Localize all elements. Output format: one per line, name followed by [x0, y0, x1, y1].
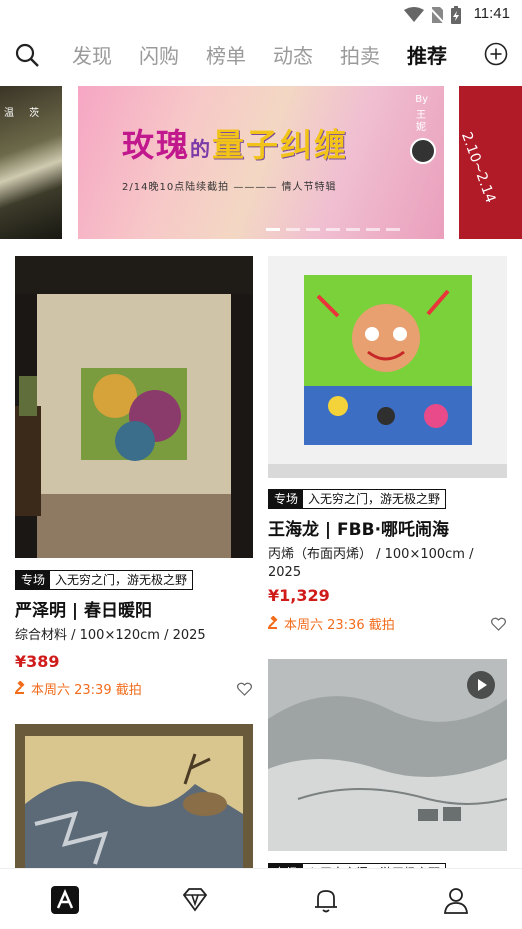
- tag-value: 入无穷之门，游无极之野: [303, 490, 446, 508]
- video-play-icon[interactable]: [467, 671, 495, 699]
- bell-icon[interactable]: [311, 885, 341, 915]
- tab-auction[interactable]: 拍卖: [340, 40, 407, 69]
- artwork-title: 严泽明 | 春日暖阳: [15, 601, 153, 621]
- banner-by: By: [415, 94, 428, 105]
- auction-hammer-icon: [268, 616, 278, 629]
- artwork-price: ¥389: [15, 652, 60, 671]
- artwork-price: ¥1,329: [268, 586, 330, 605]
- bottom-nav: [0, 868, 522, 929]
- banner-author: 王妮: [416, 110, 426, 133]
- banner-prev-text: 温 茨: [4, 108, 46, 119]
- top-nav: 发现 闪购 榜单 动态 拍卖 推荐: [0, 30, 522, 78]
- heart-icon[interactable]: [237, 682, 252, 696]
- banner-slide-current[interactable]: 玫瑰的量子纠缠 2/14晚10点陆续截拍 ———— 情人节特辑 By 王妮: [78, 86, 444, 239]
- banner-title-part-a: 玫瑰: [122, 126, 191, 164]
- artwork-meta: 综合材料 / 100×120cm / 2025: [15, 628, 206, 643]
- artwork-title: 王海龙 | FBB·哪吒闹海: [268, 520, 450, 540]
- tab-flash-sale[interactable]: 闪购: [139, 40, 206, 69]
- banner-slide-next[interactable]: 2.10~2.14: [457, 86, 522, 239]
- home-a-icon[interactable]: [50, 885, 80, 915]
- no-sim-icon: [430, 7, 444, 24]
- tab-recommended[interactable]: 推荐: [407, 40, 474, 69]
- special-session-tag[interactable]: 专场 入无穷之门，游无极之野: [268, 489, 447, 509]
- banner-author-avatar: [410, 138, 436, 164]
- add-circle-icon[interactable]: [484, 42, 508, 66]
- banner-carousel[interactable]: 温 茨 玫瑰的量子纠缠 2/14晚10点陆续截拍 ———— 情人节特辑 By 王…: [0, 86, 522, 239]
- auction-hammer-icon: [15, 681, 25, 694]
- banner-next-date: 2.10~2.14: [457, 130, 499, 206]
- artwork-image[interactable]: [268, 256, 507, 478]
- banner-title: 玫瑰的量子纠缠: [122, 120, 348, 166]
- diamond-icon[interactable]: [180, 885, 210, 915]
- battery-charging-icon: [451, 6, 461, 24]
- tab-discover[interactable]: 发现: [72, 40, 139, 69]
- artwork-meta: 丙烯（布面丙烯） / 100×100cm / 2025: [268, 547, 474, 580]
- tag-label: 专场: [16, 571, 51, 589]
- artwork-card[interactable]: 专场 入无穷之门，游无极之野 王海龙 | FBB·哪吒闹海 丙烯（布面丙烯） /…: [268, 256, 507, 636]
- banner-slide-prev[interactable]: 温 茨: [0, 86, 62, 239]
- artwork-card[interactable]: [15, 724, 253, 868]
- tab-bar: 发现 闪购 榜单 动态 拍卖 推荐: [72, 30, 474, 78]
- status-bar: 11:41: [0, 0, 522, 30]
- banner-subtitle: 2/14晚10点陆续截拍 ———— 情人节特辑: [122, 182, 337, 193]
- artwork-card[interactable]: 专场 入无穷之门，游无极之野 严泽明 | 春日暖阳 综合材料 / 100×120…: [15, 256, 253, 706]
- banner-title-part-b: 的: [190, 137, 213, 161]
- banner-title-part-c: 量子纠缠: [212, 126, 349, 164]
- auction-deadline: 本周六 23:39 截拍: [31, 683, 142, 698]
- artwork-image[interactable]: [15, 256, 253, 558]
- tab-rankings[interactable]: 榜单: [206, 40, 273, 69]
- artwork-image[interactable]: [15, 724, 253, 868]
- artwork-card[interactable]: 专场 入无穷之门，游无极之野: [268, 659, 507, 883]
- special-session-tag[interactable]: 专场 入无穷之门，游无极之野: [15, 570, 194, 590]
- auction-deadline: 本周六 23:36 截拍: [284, 618, 395, 633]
- carousel-indicator: [266, 228, 400, 231]
- tab-feed[interactable]: 动态: [273, 40, 340, 69]
- status-time: 11:41: [473, 5, 510, 22]
- tag-label: 专场: [269, 490, 304, 508]
- heart-icon[interactable]: [491, 617, 506, 631]
- tag-value: 入无穷之门，游无极之野: [50, 571, 193, 589]
- wifi-icon: [404, 7, 424, 22]
- profile-icon[interactable]: [441, 885, 471, 915]
- search-icon[interactable]: [14, 42, 40, 68]
